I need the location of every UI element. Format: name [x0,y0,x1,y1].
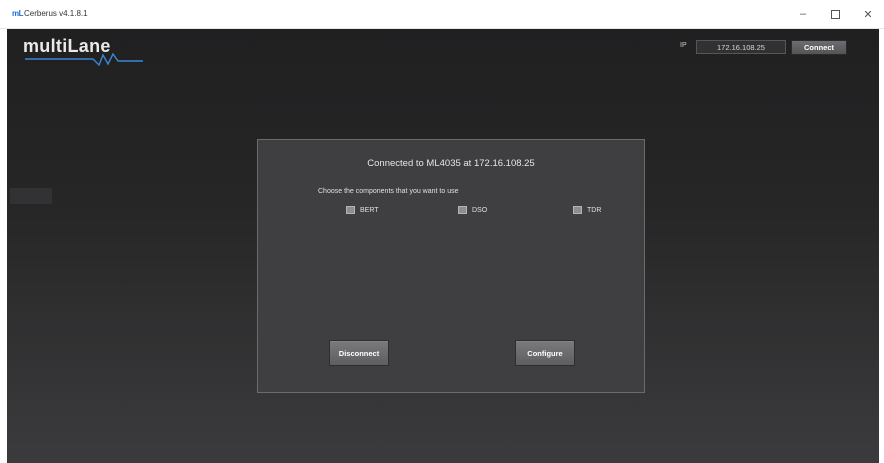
connect-button[interactable]: Connect [791,40,847,55]
checkbox-icon [346,206,355,214]
bert-checkbox[interactable]: BERT [346,206,379,214]
component-prompt: Choose the components that you want to u… [318,188,459,195]
maximize-icon [830,9,840,19]
tdr-checkbox[interactable]: TDR [573,206,601,214]
disconnect-button[interactable]: Disconnect [329,340,389,366]
component-selection-panel: Connected to ML4035 at 172.16.108.25 Cho… [257,139,645,393]
close-button[interactable]: ✕ [856,5,880,23]
ip-input[interactable] [696,40,786,54]
logo-wave-icon [25,52,143,66]
dso-checkbox[interactable]: DSO [458,206,487,214]
connection-status: Connected to ML4035 at 172.16.108.25 [367,158,535,169]
bert-label: BERT [360,206,379,214]
configure-button[interactable]: Configure [515,340,575,366]
tdr-label: TDR [587,206,602,214]
main-area: multiLane IP Connect Connected to ML4035… [7,29,879,463]
side-panel-tab [10,188,52,204]
close-icon: ✕ [863,8,873,21]
ip-label: IP [680,42,687,49]
checkbox-icon [573,206,582,214]
multilane-logo: multiLane [23,36,173,66]
app-icon: mL [12,9,24,18]
window-title: Cerberus v4.1.8.1 [24,9,88,18]
checkbox-icon [458,206,467,214]
title-bar[interactable]: mL Cerberus v4.1.8.1 – ✕ [0,0,884,29]
maximize-button[interactable] [823,5,847,23]
dso-label: DSO [472,206,488,214]
app-window: mL Cerberus v4.1.8.1 – ✕ multiLane IP Co… [0,0,884,463]
minimize-icon: – [799,8,807,20]
minimize-button[interactable]: – [791,5,815,23]
